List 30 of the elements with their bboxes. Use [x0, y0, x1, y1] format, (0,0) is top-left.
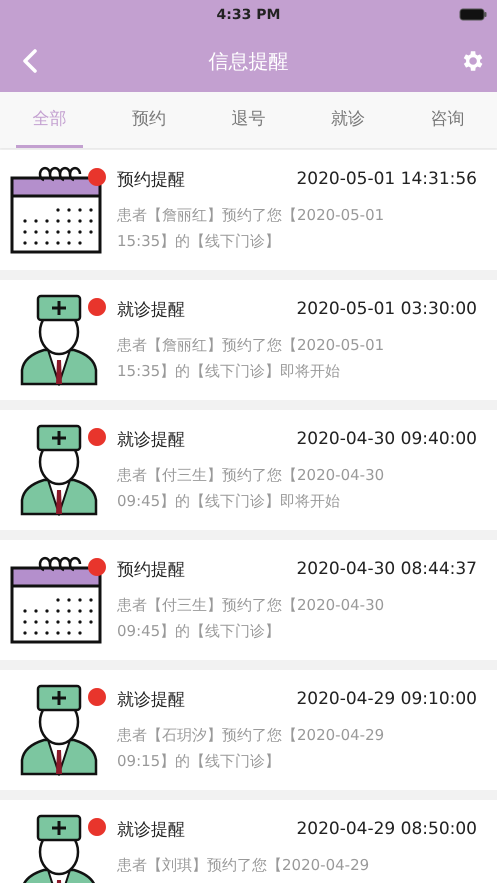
message-text: 患者【詹丽红】预约了您【2020-05-01 15:35】的【线下门诊】 [117, 205, 386, 252]
message-card[interactable]: 就诊提醒 2020-04-30 09:40:00 患者【付三生】预约了您【2020-04-30 09:45】的【线下门诊】即将开始 [0, 410, 497, 530]
tab[interactable]: 退号 [214, 92, 282, 148]
message-title: 预约提醒 [117, 168, 185, 190]
message-title: 就诊提醒 [117, 298, 185, 320]
message-card[interactable]: 就诊提醒 2020-04-29 08:50:00 患者【刘琪】预约了您【2020-04-29 [0, 800, 497, 883]
message-time: 2020-04-29 08:50:00 [296, 819, 477, 839]
message-time: 2020-04-29 09:10:00 [296, 689, 477, 709]
message-text: 患者【詹丽红】预约了您【2020-05-01 15:35】的【线下门诊】即将开始 [117, 335, 386, 382]
message-text: 患者【付三生】预约了您【2020-04-30 09:45】的【线下门诊】即将开始 [117, 465, 386, 512]
tab[interactable]: 预约 [115, 92, 183, 148]
message-card[interactable]: 预约提醒 2020-04-30 08:44:37 患者【付三生】预约了您【2020-04-30 09:45】的【线下门诊】 [0, 540, 497, 660]
message-title: 就诊提醒 [117, 818, 185, 840]
message-title: 就诊提醒 [117, 688, 185, 710]
tab[interactable]: 咨询 [414, 92, 482, 148]
status-time: 4:33 PM [216, 7, 280, 23]
tab[interactable]: 就诊 [314, 92, 382, 148]
message-title: 就诊提醒 [117, 428, 185, 450]
message-card[interactable]: 就诊提醒 2020-05-01 03:30:00 患者【詹丽红】预约了您【2020-05-01 15:35】的【线下门诊】即将开始 [0, 280, 497, 400]
message-time: 2020-04-30 08:44:37 [296, 559, 477, 579]
page-title: 信息提醒 [208, 48, 288, 74]
message-text: 患者【付三生】预约了您【2020-04-30 09:45】的【线下门诊】 [117, 595, 386, 642]
message-card[interactable]: 预约提醒 2020-05-01 14:31:56 患者【詹丽红】预约了您【2020-05-01 15:35】的【线下门诊】 [0, 150, 497, 270]
message-text: 患者【刘琪】预约了您【2020-04-29 [117, 855, 370, 876]
message-card[interactable]: 就诊提醒 2020-04-29 09:10:00 患者【石玥汐】预约了您【2020-04-29 09:15】的【线下门诊】 [0, 670, 497, 790]
message-time: 2020-04-30 09:40:00 [296, 429, 477, 449]
message-title: 预约提醒 [117, 558, 185, 580]
message-time: 2020-05-01 14:31:56 [296, 169, 477, 189]
message-time: 2020-05-01 03:30:00 [296, 299, 477, 319]
message-text: 患者【石玥汐】预约了您【2020-04-29 09:15】的【线下门诊】 [117, 725, 386, 772]
